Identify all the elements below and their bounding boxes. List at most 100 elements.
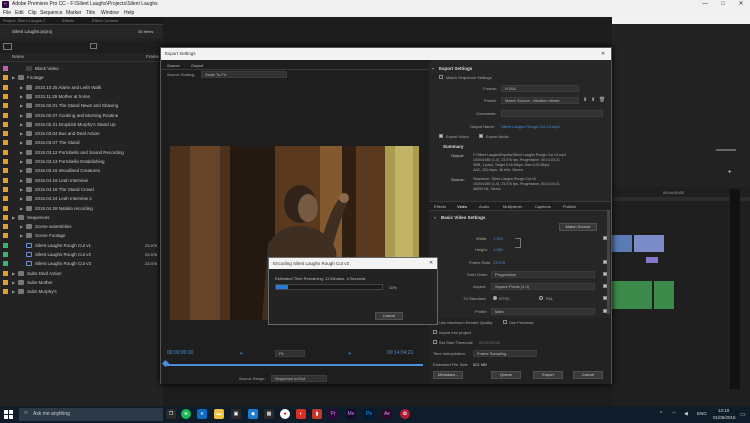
profile-select[interactable]: Main [491,308,595,315]
calculator-icon[interactable]: ▦ [264,409,274,419]
file-explorer-icon[interactable]: ▬ [214,409,224,419]
app-circle-icon[interactable]: ✿ [400,409,410,419]
after-effects-icon[interactable]: Ae [382,409,392,419]
settings-scrollbar[interactable] [607,210,610,314]
menu-window[interactable]: Window [101,9,119,17]
label-color-swatch[interactable] [3,289,8,295]
encoding-close-icon[interactable]: ✕ [429,258,433,269]
tab-project[interactable]: Project: Silent Laughs ≡ [3,18,45,23]
time-interp-select[interactable]: Frame Sampling [473,350,537,357]
tab-multiplexer[interactable]: Multiplexer [503,204,522,209]
field-order-select[interactable]: Progressive [491,271,595,278]
import-preset-icon[interactable]: ⬆ [591,97,595,103]
expand-triangle-icon[interactable]: ▶ [20,111,23,120]
expand-triangle-icon[interactable]: ▶ [20,166,23,175]
app-red2-icon[interactable]: ▮ [312,409,322,419]
expand-triangle-icon[interactable]: ▶ [20,83,23,92]
windows-start-icon[interactable] [4,410,13,419]
label-color-swatch[interactable] [3,112,8,118]
list-view-icon[interactable] [3,43,12,50]
expand-triangle-icon[interactable]: ▶ [20,222,23,231]
timecode-in[interactable]: 00:00:00:00 [167,350,193,356]
format-select[interactable]: H.264 [501,85,579,92]
col-name[interactable]: Name [12,54,24,59]
match-source-button[interactable]: Match Source [559,223,597,231]
timeline-audio-clip[interactable] [654,281,674,309]
comments-input[interactable] [501,110,603,117]
volume-icon[interactable]: ◀ [684,411,688,417]
queue-button[interactable]: Queue [491,371,521,379]
label-color-swatch[interactable] [3,224,8,230]
label-color-swatch[interactable] [3,279,8,285]
minimize-icon[interactable]: — [696,0,714,9]
clock-time[interactable]: 12:10 [718,408,729,413]
pal-radio[interactable] [539,296,543,300]
tray-chevron-icon[interactable]: ^ [660,411,662,417]
tab-publish[interactable]: Publish [563,204,576,209]
metadata-button[interactable]: Metadata... [433,371,463,379]
export-button[interactable]: Export [533,371,563,379]
export-audio-checkbox[interactable] [479,134,483,138]
label-color-swatch[interactable] [3,261,8,267]
label-color-swatch[interactable] [3,242,8,248]
maximize-icon[interactable]: □ [714,0,732,9]
premiere-taskbar-icon[interactable]: Pr [328,409,338,419]
zoom-select[interactable]: Fit [275,350,305,357]
expand-triangle-icon[interactable]: ▶ [20,92,23,101]
tab-effects[interactable]: Effects [62,18,74,23]
width-value[interactable]: 1,920 [493,236,503,241]
microphone-icon[interactable]: ○ [24,410,28,416]
close-icon[interactable]: ✕ [732,0,750,9]
monitor-scrub-bar[interactable] [716,149,736,151]
app-red-icon[interactable]: ◐ [296,409,306,419]
task-view-icon[interactable]: ❐ [166,409,176,419]
col-frame-rate[interactable]: Frame [146,54,159,59]
label-color-swatch[interactable] [3,159,8,164]
photoshop-icon[interactable]: Ps [364,409,374,419]
cortana-search-box[interactable]: ○ Ask me anything [19,408,163,421]
import-project-checkbox[interactable] [433,330,437,334]
media-encoder-icon[interactable]: Me [346,409,356,419]
label-color-swatch[interactable] [3,233,8,239]
expand-triangle-icon[interactable]: ▶ [20,157,23,166]
ntsc-radio[interactable] [493,296,497,300]
expand-triangle-icon[interactable]: ▶ [12,269,15,278]
label-color-swatch[interactable] [3,149,8,155]
tab-output[interactable]: Output [191,63,203,68]
wifi-icon[interactable]: ◠ [672,411,676,417]
menu-sequence[interactable]: Sequence [40,9,63,17]
label-color-swatch[interactable] [3,140,8,146]
label-color-swatch[interactable] [3,205,8,211]
edge-icon[interactable]: e [197,409,207,419]
use-previews-checkbox[interactable] [503,320,507,324]
monitor-settings-icon[interactable]: ✚ [728,169,731,174]
set-out-point-icon[interactable]: ⇥ [347,351,351,357]
link-dimensions-icon[interactable] [515,238,521,248]
collapse-icon[interactable]: ▾ [432,66,434,71]
expand-triangle-icon[interactable]: ▶ [12,73,15,82]
timeline-audio-clip[interactable] [612,281,652,309]
clock-date[interactable]: 01/05/2016 [713,415,736,420]
tab-captions[interactable]: Captions [535,204,551,209]
expand-triangle-icon[interactable]: ▶ [12,278,15,287]
expand-triangle-icon[interactable]: ▶ [20,194,23,203]
notifications-icon[interactable]: ▭ [740,411,746,418]
new-bin-icon[interactable] [90,43,97,49]
timeline-clip[interactable] [612,235,632,252]
expand-triangle-icon[interactable]: ▶ [12,213,15,222]
timeline-clip[interactable] [646,257,658,263]
menu-clip[interactable]: Clip [28,9,37,17]
frame-rate-value[interactable]: 23.976 [493,260,505,265]
expand-triangle-icon[interactable]: ▶ [20,129,23,138]
expand-triangle-icon[interactable]: ▶ [20,204,23,213]
collapse-video-icon[interactable]: ▾ [434,215,436,220]
expand-triangle-icon[interactable]: ▶ [12,287,15,296]
timeline-range-bar[interactable] [165,364,423,366]
label-color-swatch[interactable] [3,121,8,127]
label-color-swatch[interactable] [3,168,8,174]
timecode-out[interactable]: 00:14:04:21 [387,350,413,356]
label-color-swatch[interactable] [3,66,8,71]
store-icon[interactable]: ▣ [231,409,241,419]
tab-effects-settings[interactable]: Effects [434,204,446,209]
label-color-swatch[interactable] [3,84,8,90]
